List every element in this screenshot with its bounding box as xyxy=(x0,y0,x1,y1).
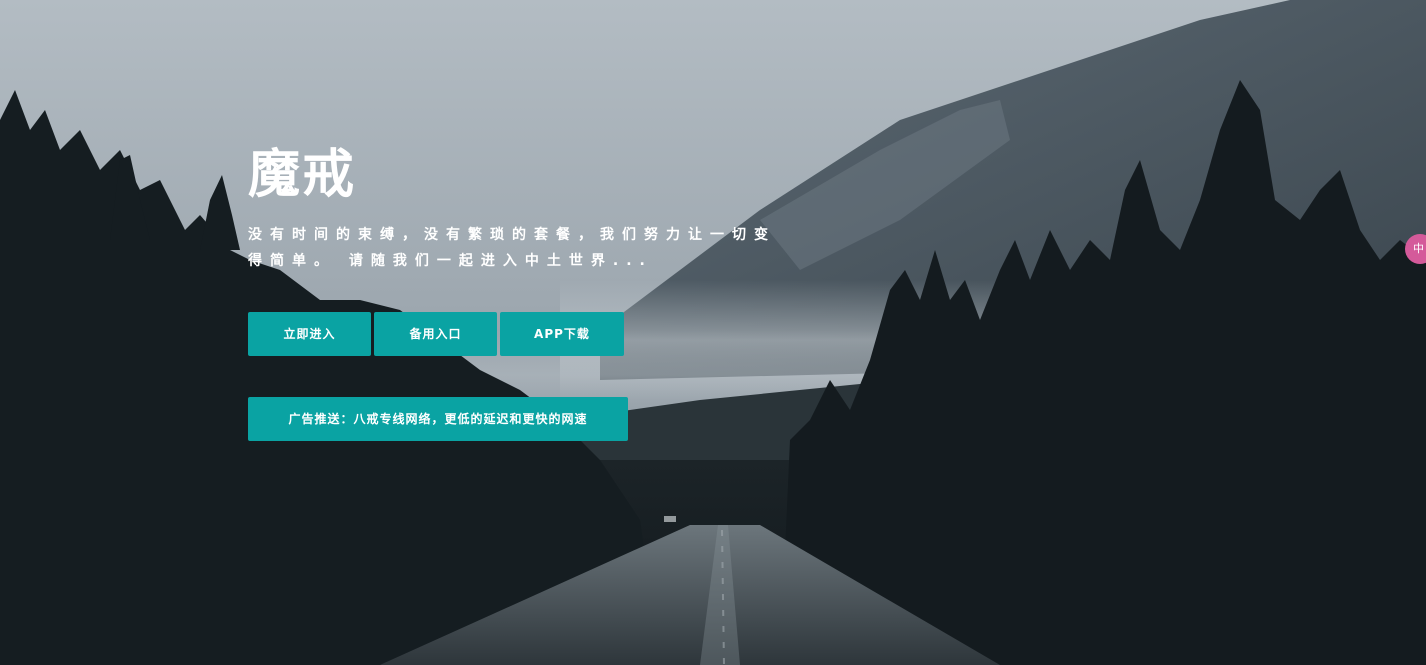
enter-now-button[interactable]: 立即进入 xyxy=(248,312,371,356)
action-button-row: 立即进入 备用入口 APP下载 xyxy=(248,312,624,356)
site-title: 魔戒 xyxy=(248,145,357,205)
page-root: 魔戒 没有时间的束缚，没有繁琐的套餐，我们努力让一切变得简单。 请随我们一起进入… xyxy=(0,0,1426,665)
background-landscape-image xyxy=(0,0,1426,665)
hero-section: 魔戒 没有时间的束缚，没有繁琐的套餐，我们努力让一切变得简单。 请随我们一起进入… xyxy=(248,140,788,274)
app-download-button[interactable]: APP下载 xyxy=(500,312,624,356)
backup-entry-button[interactable]: 备用入口 xyxy=(374,312,497,356)
ad-promo-button[interactable]: 广告推送：八戒专线网络，更低的延迟和更快的网速 xyxy=(248,397,628,441)
site-tagline: 没有时间的束缚，没有繁琐的套餐，我们努力让一切变得简单。 请随我们一起进入中土世… xyxy=(248,227,776,269)
